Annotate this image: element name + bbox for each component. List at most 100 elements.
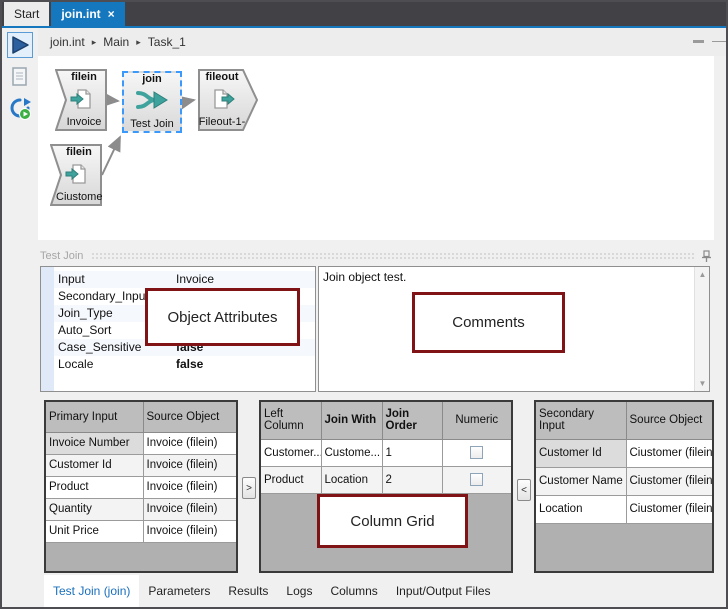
tab-logs[interactable]: Logs <box>277 575 321 607</box>
grid-cell[interactable]: Location <box>321 466 382 493</box>
grid-cell[interactable]: Invoice (filein) <box>143 476 236 498</box>
pin-icon[interactable] <box>701 250 712 263</box>
bottom-tab-bar: Test Join (join) Parameters Results Logs… <box>38 575 726 607</box>
table-row[interactable]: Customer Name Ciustomer (filein) <box>536 467 712 495</box>
column-header: Left Column <box>261 402 321 439</box>
breadcrumb-item-main[interactable]: Main <box>103 35 129 49</box>
grid-cell[interactable]: Location <box>536 495 626 523</box>
panel-title: Test Join <box>40 250 83 262</box>
table-row[interactable]: Unit Price Invoice (filein) <box>46 520 236 542</box>
grid-cell[interactable]: Customer Id <box>46 454 143 476</box>
attribute-row[interactable]: Input Invoice <box>54 271 315 288</box>
tab-test-join[interactable]: Test Join (join) <box>44 575 139 607</box>
tab-join-int[interactable]: join.int × <box>51 2 124 26</box>
grid-cell[interactable]: Ciustomer (filein) <box>626 439 712 467</box>
tab-label: Input/Output Files <box>396 584 491 598</box>
node-name-label: Fileout-1- <box>198 116 258 128</box>
table-row[interactable]: Customer Id Invoice (filein) <box>46 454 236 476</box>
table-row[interactable]: Customer... Custome... 1 <box>261 439 511 466</box>
node-test-join[interactable]: join Test Join <box>122 71 182 133</box>
grid-cell[interactable]: Invoice (filein) <box>143 520 236 542</box>
attribute-name: Locale <box>54 356 174 373</box>
scroll-down-icon[interactable]: ▼ <box>695 376 710 391</box>
table-row[interactable]: Quantity Invoice (filein) <box>46 498 236 520</box>
splitter-handle <box>712 41 726 42</box>
grid-cell[interactable]: Ciustomer (filein) <box>626 495 712 523</box>
tab-input-output-files[interactable]: Input/Output Files <box>387 575 500 607</box>
comments-scrollbar[interactable]: ▲ ▼ <box>694 267 709 391</box>
breadcrumb-item-file[interactable]: join.int <box>50 35 85 49</box>
chevron-right-icon: ▸ <box>92 37 97 48</box>
grid-cell[interactable]: Quantity <box>46 498 143 520</box>
join-icon <box>122 88 182 112</box>
grid-cell[interactable]: Ciustomer (filein) <box>626 467 712 495</box>
run-dataflow-button[interactable] <box>7 32 33 58</box>
column-header: Primary Input <box>46 402 143 432</box>
node-type-label: fileout <box>198 71 258 83</box>
node-fileout[interactable]: fileout Fileout-1- <box>198 69 258 131</box>
numeric-checkbox[interactable] <box>470 473 483 486</box>
tab-join-int-label: join.int <box>61 7 100 21</box>
annotation-label: Object Attributes <box>167 309 277 326</box>
collapse-panel-icon[interactable] <box>693 40 704 43</box>
tab-label: Parameters <box>148 584 210 598</box>
annotation-label: Comments <box>452 314 525 331</box>
numeric-checkbox[interactable] <box>470 446 483 459</box>
attribute-value[interactable]: false <box>174 356 315 373</box>
grid-cell[interactable]: 1 <box>382 439 442 466</box>
annotation-column-grid: Column Grid <box>317 494 468 548</box>
attribute-value[interactable]: Invoice <box>174 271 315 288</box>
titlebar-dots <box>91 252 695 261</box>
tab-label: Results <box>228 584 268 598</box>
grid-cell[interactable]: Customer Id <box>536 439 626 467</box>
connector-join-fileout <box>184 100 194 102</box>
attribute-row-gutter <box>41 267 54 391</box>
node-ciustomer[interactable]: filein Ciustomer <box>50 144 102 206</box>
node-name-label: Ciustomer <box>50 191 102 203</box>
grid-cell[interactable]: Invoice Number <box>46 432 143 454</box>
move-left-button[interactable]: < <box>517 479 531 501</box>
secondary-input-grid[interactable]: Secondary Input Source Object Customer I… <box>534 400 714 573</box>
tab-start[interactable]: Start <box>4 2 49 26</box>
grid-cell[interactable]: Product <box>46 476 143 498</box>
side-toolbar <box>2 28 38 607</box>
table-row[interactable]: Product Location 2 <box>261 466 511 493</box>
grid-cell[interactable]: Custome... <box>321 439 382 466</box>
column-header: Numeric <box>442 402 511 439</box>
grid-cell[interactable]: Customer Name <box>536 467 626 495</box>
grid-cell[interactable]: Unit Price <box>46 520 143 542</box>
move-right-button[interactable]: > <box>242 477 256 499</box>
node-invoice[interactable]: filein Invoice <box>55 69 107 131</box>
document-button[interactable] <box>7 64 33 90</box>
tab-columns[interactable]: Columns <box>321 575 386 607</box>
comments-text[interactable]: Join object test. <box>323 270 406 284</box>
attribute-row[interactable]: Locale false <box>54 356 315 373</box>
tab-results[interactable]: Results <box>219 575 277 607</box>
grid-cell[interactable]: Invoice (filein) <box>143 454 236 476</box>
node-type-label: filein <box>55 71 107 83</box>
scroll-up-icon[interactable]: ▲ <box>695 267 710 282</box>
grid-cell[interactable]: Customer... <box>261 439 321 466</box>
grid-cell[interactable]: Product <box>261 466 321 493</box>
tab-parameters[interactable]: Parameters <box>139 575 219 607</box>
column-header: Join With <box>321 402 382 439</box>
primary-input-grid[interactable]: Primary Input Source Object Invoice Numb… <box>44 400 238 573</box>
close-icon[interactable]: × <box>108 7 115 21</box>
column-header: Source Object <box>626 402 712 439</box>
grid-cell[interactable]: Invoice (filein) <box>143 498 236 520</box>
grid-cell[interactable]: Invoice (filein) <box>143 432 236 454</box>
node-name-label: Test Join <box>122 118 182 130</box>
grid-cell[interactable]: 2 <box>382 466 442 493</box>
connector-ciustomer-join <box>102 137 120 175</box>
move-left-label: < <box>521 485 527 496</box>
node-name-label: Invoice <box>55 116 107 128</box>
table-row[interactable]: Customer Id Ciustomer (filein) <box>536 439 712 467</box>
flow-canvas[interactable]: filein Invoice join Test Join <box>38 56 714 240</box>
table-row[interactable]: Product Invoice (filein) <box>46 476 236 498</box>
table-row[interactable]: Location Ciustomer (filein) <box>536 495 712 523</box>
tab-start-label: Start <box>14 7 39 21</box>
annotation-object-attributes: Object Attributes <box>145 288 300 346</box>
table-row[interactable]: Invoice Number Invoice (filein) <box>46 432 236 454</box>
breadcrumb-item-task[interactable]: Task_1 <box>148 35 186 49</box>
job-history-button[interactable] <box>7 96 33 122</box>
